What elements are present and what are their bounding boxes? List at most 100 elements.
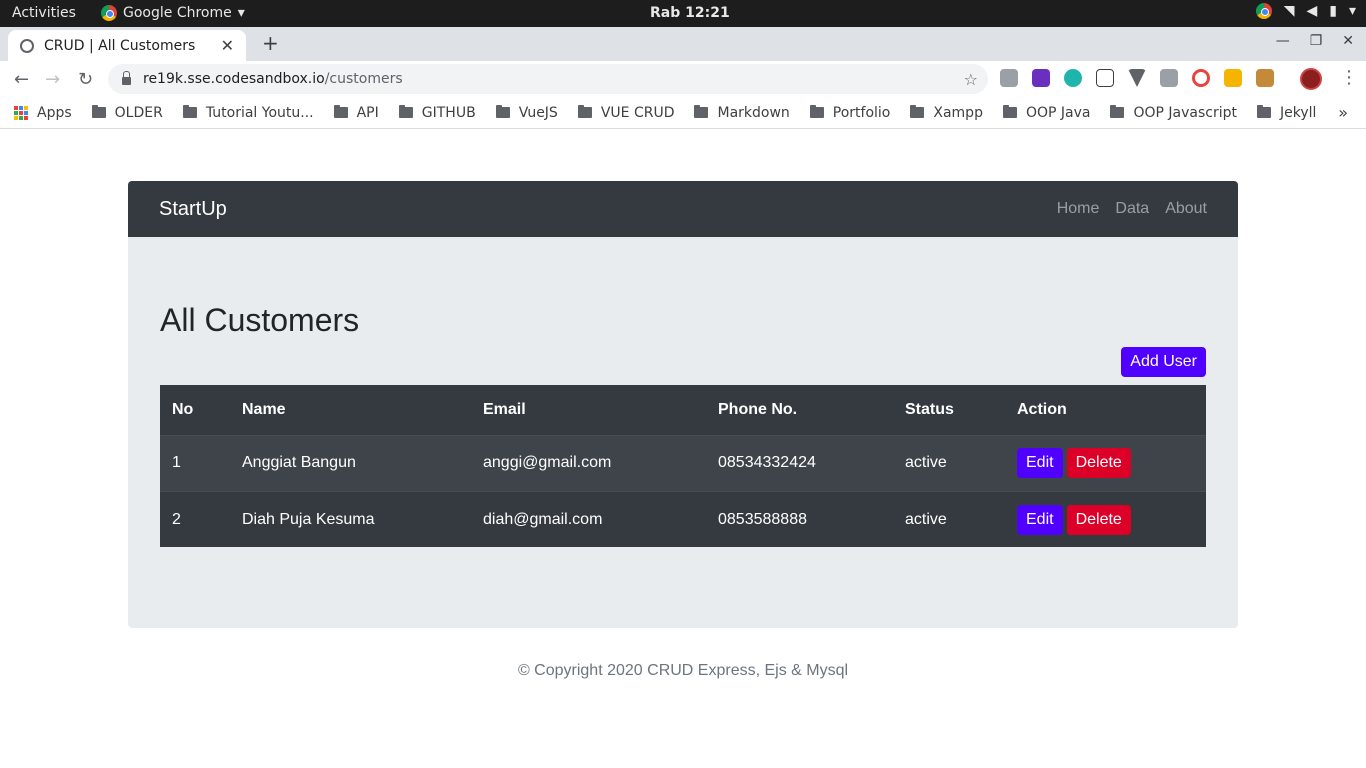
add-user-button[interactable]: Add User [1121, 347, 1206, 378]
app-menu[interactable]: Google Chrome ▾ [101, 5, 245, 21]
bookmark-label: VUE CRUD [600, 104, 675, 121]
activities-button[interactable]: Activities [12, 5, 76, 21]
system-tray[interactable]: ◥ ◀ ▮ ▾ [1255, 3, 1356, 19]
wifi-icon: ◥ [1283, 3, 1295, 19]
camera-icon[interactable] [1160, 69, 1178, 87]
bookmark-folder[interactable]: OLDER [91, 104, 163, 121]
os-top-bar: Activities Google Chrome ▾ Rab 12:21 ◥ ◀… [0, 0, 1366, 27]
folder-icon [1110, 105, 1125, 118]
page-viewport: StartUp Home Data About All Customers Ad… [0, 130, 1366, 768]
bookmark-folder[interactable]: Markdown [694, 105, 790, 121]
bookmark-folder[interactable]: API [333, 104, 379, 121]
bookmark-star-icon[interactable]: ☆ [964, 70, 978, 89]
edit-button[interactable]: Edit [1017, 504, 1063, 535]
restore-icon[interactable]: ❐ [1310, 33, 1323, 49]
bookmark-folder[interactable]: OOP Javascript [1110, 105, 1237, 121]
url-path: /customers [324, 71, 403, 87]
cell-status: active [893, 490, 1005, 548]
window-controls: — ❐ ✕ [1276, 33, 1354, 49]
nav-home[interactable]: Home [1057, 200, 1100, 218]
close-window-icon[interactable]: ✕ [1342, 33, 1354, 49]
folder-icon [398, 105, 413, 118]
bookmark-folder[interactable]: Portfolio [809, 105, 890, 121]
json-extension-icon[interactable] [1096, 69, 1114, 87]
reload-icon[interactable]: ↻ [78, 69, 93, 90]
bookmark-label: Tutorial Youtu... [205, 104, 314, 121]
customers-table: No Name Email Phone No. Status Action 1 … [160, 385, 1206, 548]
row-actions: Edit Delete [1017, 504, 1194, 535]
minimize-icon[interactable]: — [1276, 33, 1290, 49]
cell-phone: 0853588888 [706, 490, 893, 548]
delete-button[interactable]: Delete [1066, 504, 1131, 535]
bookmark-folder[interactable]: VueJS [495, 104, 558, 121]
clock[interactable]: Rab 12:21 [650, 5, 730, 21]
chrome-icon [101, 5, 117, 21]
extension-icon[interactable] [1032, 69, 1050, 87]
nav-links: Home Data About [1057, 200, 1207, 218]
folder-icon [1257, 105, 1272, 118]
vue-devtools-icon[interactable] [1128, 69, 1146, 87]
chrome-tray-icon[interactable] [1255, 3, 1272, 19]
back-arrow-icon[interactable]: ← [14, 69, 29, 90]
folder-icon [694, 105, 709, 118]
apps-grid-icon [14, 105, 28, 120]
bookmark-folder[interactable]: OOP Java [1002, 105, 1090, 121]
site-navbar: StartUp Home Data About [128, 181, 1238, 237]
extension-icon[interactable] [1224, 69, 1242, 87]
bookmark-label: GITHUB [421, 104, 476, 121]
folder-icon [333, 105, 348, 118]
chevron-down-icon: ▾ [237, 5, 245, 21]
bookmark-label: API [356, 104, 379, 121]
tab-strip: CRUD | All Customers ✕ [0, 27, 1366, 61]
url-host: re19k.sse.codesandbox.io [143, 71, 325, 87]
profile-avatar[interactable] [1300, 68, 1322, 90]
app-name: Google Chrome [123, 5, 232, 21]
brand-logo[interactable]: StartUp [159, 198, 227, 221]
globe-icon [20, 38, 34, 53]
folder-icon [495, 105, 510, 118]
more-bookmarks-icon[interactable]: » [1338, 103, 1348, 122]
menu-kebab-icon[interactable]: ⋮ [1340, 67, 1358, 88]
bookmark-folder[interactable]: Tutorial Youtu... [182, 104, 314, 121]
chevron-down-icon: ▾ [1348, 3, 1356, 19]
cell-no: 2 [160, 490, 230, 548]
bookmark-folder[interactable]: Jekyll [1257, 105, 1316, 121]
folder-icon [91, 105, 106, 118]
actions-row: Add User [160, 347, 1206, 378]
header-action: Action [1005, 385, 1206, 436]
table-row: 1 Anggiat Bangun anggi@gmail.com 0853433… [160, 434, 1206, 492]
main-container: StartUp Home Data About All Customers Ad… [128, 181, 1238, 628]
extension-icon[interactable] [1000, 69, 1018, 87]
nav-data[interactable]: Data [1115, 200, 1149, 218]
extension-icon[interactable] [1256, 69, 1274, 87]
bookmark-folder[interactable]: Xampp [910, 105, 983, 121]
bookmark-label: OLDER [114, 104, 163, 121]
extension-icon[interactable] [1192, 69, 1210, 87]
delete-button[interactable]: Delete [1066, 448, 1131, 479]
forward-arrow-icon[interactable]: → [45, 69, 60, 90]
cell-name: Anggiat Bangun [230, 434, 471, 492]
extension-icon[interactable] [1064, 69, 1082, 87]
bookmark-label: VueJS [518, 104, 558, 121]
folder-icon [182, 105, 197, 118]
edit-button[interactable]: Edit [1017, 448, 1063, 479]
new-tab-button[interactable]: + [262, 31, 279, 55]
row-actions: Edit Delete [1017, 448, 1194, 479]
nav-about[interactable]: About [1165, 200, 1207, 218]
bookmark-label: Apps [37, 104, 72, 121]
cell-email: anggi@gmail.com [471, 434, 706, 492]
bookmark-folder[interactable]: VUE CRUD [577, 104, 675, 121]
bookmark-label: Jekyll [1280, 104, 1317, 121]
bookmark-folder[interactable]: GITHUB [398, 104, 476, 121]
folder-icon [809, 105, 824, 118]
header-phone: Phone No. [706, 385, 893, 436]
address-bar[interactable]: re19k.sse.codesandbox.io /customers ☆ [108, 64, 988, 94]
bookmark-apps[interactable]: Apps [14, 105, 72, 121]
tab-crud-customers[interactable]: CRUD | All Customers ✕ [8, 30, 246, 61]
close-tab-icon[interactable]: ✕ [221, 36, 234, 55]
cell-no: 1 [160, 434, 230, 492]
folder-icon [1002, 105, 1017, 118]
cell-action: Edit Delete [1005, 434, 1206, 492]
page-title: All Customers [160, 302, 360, 338]
lock-icon[interactable] [122, 71, 131, 85]
